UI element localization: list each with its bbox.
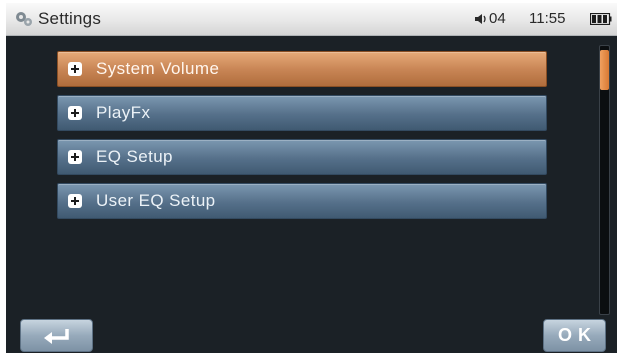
menu-item-system-volume[interactable]: System Volume: [57, 51, 547, 87]
ok-button[interactable]: OK: [543, 319, 606, 352]
clock: 11:55: [529, 10, 566, 27]
volume-level: 04: [489, 10, 506, 27]
menu-item-label: PlayFx: [96, 103, 151, 122]
scrollbar[interactable]: [599, 45, 610, 315]
menu-item-label: System Volume: [96, 59, 220, 78]
battery-icon: [590, 13, 612, 25]
plus-icon: [68, 62, 82, 76]
menu-item-label: EQ Setup: [96, 147, 173, 166]
menu-item-user-eq-setup[interactable]: User EQ Setup: [57, 183, 547, 219]
menu-item-eq-setup[interactable]: EQ Setup: [57, 139, 547, 175]
menu-item-label: User EQ Setup: [96, 191, 216, 210]
scrollbar-thumb[interactable]: [600, 50, 609, 90]
ok-label: OK: [558, 325, 597, 345]
plus-icon: [68, 106, 82, 120]
back-button[interactable]: [20, 319, 93, 352]
status-bar: Settings 04 11:55: [6, 3, 617, 36]
speaker-icon: [475, 14, 486, 24]
page-title: Settings: [38, 9, 102, 28]
device-screen: Settings 04 11:55 System Volume PlayFx E…: [6, 3, 617, 353]
plus-icon: [68, 194, 82, 208]
menu-item-playfx[interactable]: PlayFx: [57, 95, 547, 131]
gears-icon: [16, 12, 32, 26]
plus-icon: [68, 150, 82, 164]
back-arrow-icon: [44, 329, 69, 344]
settings-menu: System Volume PlayFx EQ Setup User EQ Se…: [57, 51, 547, 227]
